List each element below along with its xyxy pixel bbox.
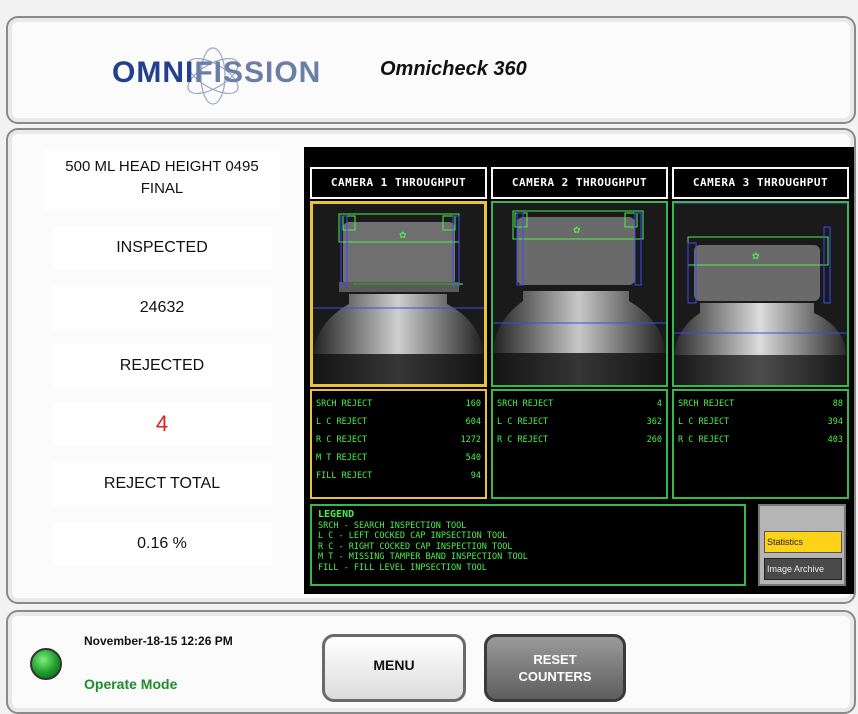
reset-counters-button[interactable]: RESET COUNTERS [484, 634, 626, 702]
camera-1-panel: CAMERA 1 THROUGHPUT ✿ SRCH REJECT 160 L … [310, 167, 487, 499]
camera-3-row: R C REJECT 403 [678, 435, 843, 445]
camera-1-row: R C REJECT 1272 [316, 435, 481, 445]
reject-total-label: REJECT TOTAL [52, 462, 272, 506]
inspected-value: 24632 [52, 286, 272, 330]
legend-line: M T - MISSING TAMPER BAND INSPECTION TOO… [318, 552, 528, 562]
camera-3-image[interactable]: ✿ [672, 201, 849, 387]
inspected-label: INSPECTED [52, 226, 272, 270]
legend-line: R C - RIGHT COCKED CAP INSPECTION TOOL [318, 541, 513, 552]
statistics-button[interactable]: Statistics [764, 531, 842, 553]
datetime: November-18-15 12:26 PM [84, 634, 233, 648]
camera-2-row: SRCH REJECT 4 [497, 399, 662, 409]
svg-text:✿: ✿ [399, 230, 407, 240]
camera-1-row: L C REJECT 604 [316, 417, 481, 427]
image-archive-button[interactable]: Image Archive [764, 558, 842, 580]
camera-1-title: CAMERA 1 THROUGHPUT [310, 167, 487, 199]
camera-3-rejects: SRCH REJECT 88 L C REJECT 394 R C REJECT 40… [672, 389, 849, 499]
camera-2-title: CAMERA 2 THROUGHPUT [491, 167, 668, 199]
rejected-value: 4 [52, 402, 272, 446]
camera-3-row: SRCH REJECT 88 [678, 399, 843, 409]
header-panel: OMNIFISSION Omnicheck 360 [6, 16, 856, 124]
legend-title: LEGEND [318, 509, 355, 520]
camera-2-row: L C REJECT 362 [497, 417, 662, 427]
legend-line: L C - LEFT COCKED CAP INPSECTION TOOL [318, 531, 508, 541]
camera-3-panel: CAMERA 3 THROUGHPUT ✿ SRCH REJECT 88 L C… [672, 167, 849, 499]
camera-1-image[interactable]: ✿ [310, 201, 487, 387]
camera-2-row: R C REJECT 260 [497, 435, 662, 445]
inspection-screen: CAMERA 1 THROUGHPUT ✿ SRCH REJECT 160 L … [304, 147, 854, 594]
operate-mode-label: Operate Mode [84, 676, 178, 692]
legend-line: SRCH - SEARCH INSPECTION TOOL [318, 520, 467, 531]
reject-total-value: 0.16 % [52, 522, 272, 566]
camera-1-row: M T REJECT 540 [316, 453, 481, 463]
menu-button[interactable]: MENU [322, 634, 466, 702]
camera-1-row: SRCH REJECT 160 [316, 399, 481, 409]
legend-line: FILL - FILL LEVEL INPSECTION TOOL [318, 562, 487, 573]
status-led-icon [30, 648, 62, 680]
job-name: 500 ML HEAD HEIGHT 0495 FINAL [44, 150, 280, 210]
camera-1-rejects: SRCH REJECT 160 L C REJECT 604 R C REJECT 1… [310, 389, 487, 499]
legend-box: LEGEND SRCH - SEARCH INSPECTION TOOL L C… [310, 504, 746, 586]
rejected-label: REJECTED [52, 344, 272, 388]
app-title: Omnicheck 360 [380, 58, 527, 80]
logo-wordmark: OMNIFISSION [112, 56, 322, 89]
omnifission-logo: OMNIFISSION [112, 46, 320, 106]
camera-1-row: FILL REJECT 94 [316, 471, 481, 481]
footer-panel: November-18-15 12:26 PM Operate Mode MEN… [6, 610, 856, 714]
svg-text:✿: ✿ [573, 225, 581, 235]
camera-2-rejects: SRCH REJECT 4 L C REJECT 362 R C REJECT 260 [491, 389, 668, 499]
view-buttons: Statistics Image Archive [758, 504, 846, 586]
camera-2-image[interactable]: ✿ [491, 201, 668, 387]
camera-3-row: L C REJECT 394 [678, 417, 843, 427]
camera-3-title: CAMERA 3 THROUGHPUT [672, 167, 849, 199]
svg-text:✿: ✿ [752, 251, 760, 261]
main-panel: 500 ML HEAD HEIGHT 0495 FINAL INSPECTED … [6, 128, 856, 604]
camera-2-panel: CAMERA 2 THROUGHPUT ✿ SRCH REJECT 4 L C … [491, 167, 668, 499]
